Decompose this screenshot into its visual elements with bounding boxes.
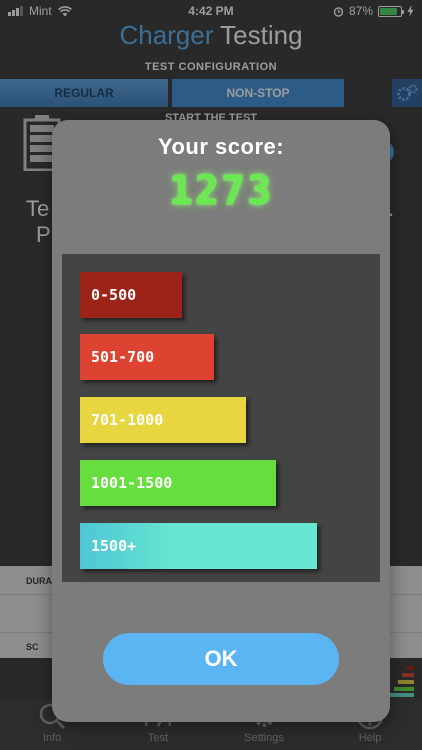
range-label: 501-700 <box>91 348 155 366</box>
range-bar-1001-1500: 1001-1500 <box>80 460 276 506</box>
range-bar-701-1000: 701-1000 <box>80 397 246 443</box>
range-bar-1500-plus: 1500+ <box>80 523 317 569</box>
score-ranges-panel: 0-500 501-700 701-1000 1001-1500 1500+ <box>62 254 380 582</box>
range-label: 1500+ <box>91 537 137 555</box>
range-label: 1001-1500 <box>91 474 173 492</box>
modal-heading: Your score: <box>157 134 285 159</box>
range-label: 0-500 <box>91 286 137 304</box>
range-bar-501-700: 501-700 <box>80 334 214 380</box>
range-label: 701-1000 <box>91 411 164 429</box>
score-modal: Your score: 1273 0-500 501-700 701-1000 … <box>52 120 390 722</box>
score-value: 1273 <box>168 168 274 214</box>
ok-button[interactable]: OK <box>103 633 339 685</box>
range-bar-0-500: 0-500 <box>80 272 182 318</box>
